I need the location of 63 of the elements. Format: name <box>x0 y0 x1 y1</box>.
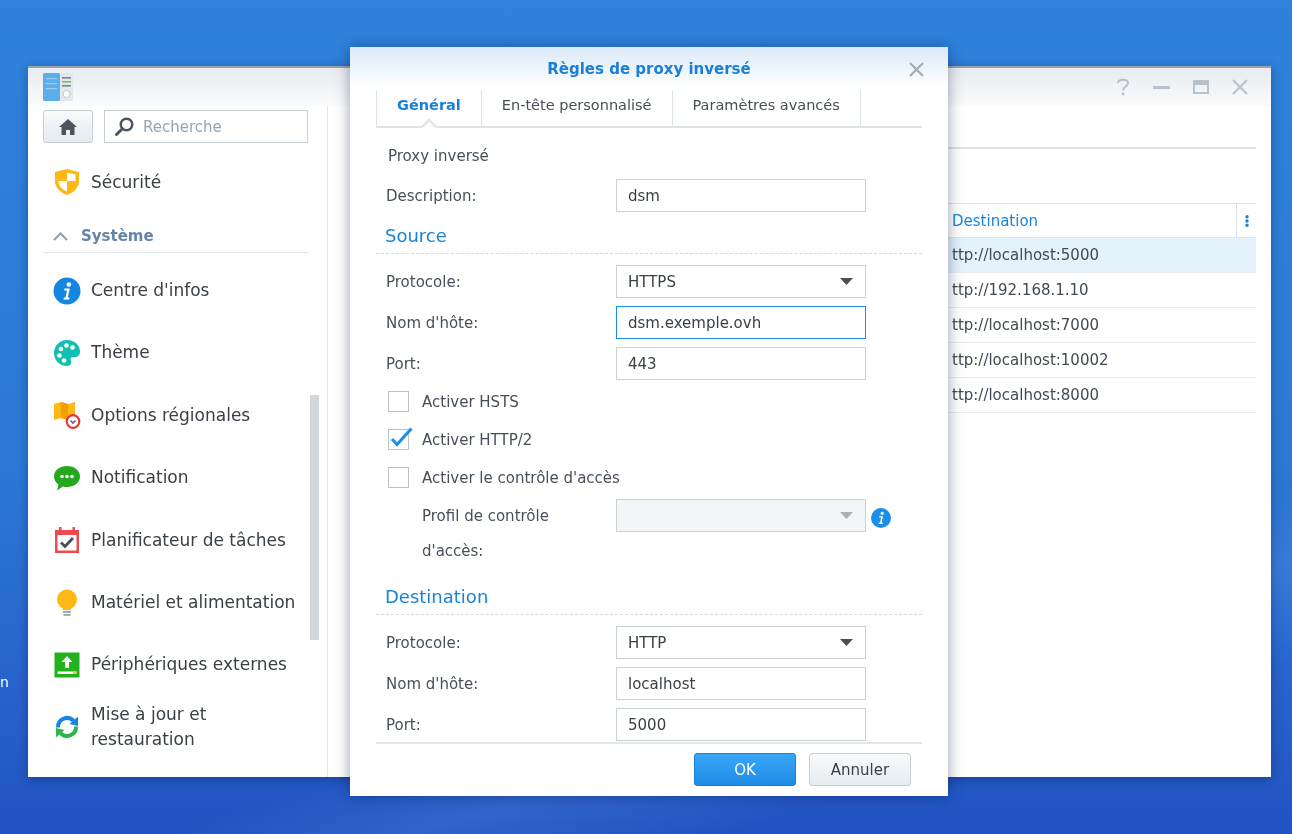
sidebar-item[interactable]: Planificateur de tâches <box>43 508 308 572</box>
field-label: Nom d'hôte: <box>385 313 479 332</box>
sidebar-item[interactable]: Mise à jour et restauration <box>43 696 308 759</box>
field-label: Port: <box>385 354 421 373</box>
home-button[interactable] <box>43 110 93 143</box>
home-icon <box>58 117 78 136</box>
caret-icon <box>840 639 853 646</box>
desktop-icon-label[interactable]: n <box>0 673 9 691</box>
scrollbar-thumb[interactable] <box>310 395 319 640</box>
caret-icon <box>840 512 853 519</box>
help-icon[interactable] <box>1116 78 1130 96</box>
tab[interactable]: Paramètres avancés <box>671 90 861 126</box>
section-heading: Destination <box>385 585 489 609</box>
field-label: Protocole: <box>385 272 461 291</box>
sidebar-item[interactable]: Périphériques externes <box>43 633 308 697</box>
column-header[interactable]: Destination <box>947 204 1236 237</box>
checkbox-label: Activer HTTP/2 <box>422 431 533 449</box>
field-label: Port: <box>385 715 421 734</box>
cancel-button[interactable]: Annuler <box>809 753 911 786</box>
sidebar-item[interactable]: Matériel et alimentation <box>43 571 308 634</box>
close-icon[interactable] <box>909 61 924 77</box>
chat-bubble-icon <box>53 463 81 492</box>
field-label: Profil de contrôle d'accès: <box>422 506 550 562</box>
info-icon[interactable] <box>871 508 891 528</box>
info-icon <box>53 276 81 305</box>
dropdown-field[interactable]: HTTPS <box>616 265 866 298</box>
sidebar-item[interactable]: Centre d'infos <box>43 259 308 322</box>
tab[interactable]: En-tête personnalisé <box>480 90 672 126</box>
upload-icon <box>53 650 81 679</box>
input-field[interactable]: 5000 <box>616 708 866 741</box>
search-field[interactable]: Recherche <box>104 110 308 143</box>
lightbulb-icon <box>56 588 78 617</box>
more-options-icon[interactable] <box>1244 214 1249 227</box>
caret-icon <box>840 278 853 285</box>
checkbox[interactable] <box>388 427 413 450</box>
sidebar-item[interactable]: Thème <box>43 321 308 385</box>
close-icon[interactable] <box>1232 79 1248 95</box>
group-label: Proxy inversé <box>387 146 489 166</box>
shield-icon <box>53 168 81 197</box>
calendar-check-icon <box>53 526 81 555</box>
sidebar-item[interactable]: Sécurité <box>43 151 308 214</box>
checkbox-label: Activer HSTS <box>422 393 519 411</box>
section-heading: Source <box>385 224 447 248</box>
map-clock-icon <box>53 401 81 430</box>
search-icon <box>115 117 134 136</box>
checkbox-label: Activer le contrôle d'accès <box>422 469 620 487</box>
app-icon <box>43 73 73 101</box>
sidebar-item[interactable]: Options régionales <box>43 384 308 447</box>
input-field[interactable]: dsm.exemple.ovh <box>616 306 866 339</box>
field-label: Protocole: <box>385 633 461 652</box>
sidebar-item[interactable]: Notification <box>43 446 308 509</box>
dropdown-field[interactable]: HTTP <box>616 626 866 659</box>
palette-icon <box>53 338 81 367</box>
input-field[interactable]: 443 <box>616 347 866 380</box>
maximize-icon[interactable] <box>1193 80 1209 94</box>
sidebar-section-header[interactable]: Système <box>43 213 308 254</box>
field-label: Description: <box>385 186 477 205</box>
table-row[interactable]: ttp://localhost:5000 <box>947 238 1256 273</box>
field-label: Nom d'hôte: <box>385 674 479 693</box>
minimize-icon[interactable] <box>1153 85 1170 89</box>
input-field[interactable]: localhost <box>616 667 866 700</box>
input-field[interactable]: dsm <box>616 179 866 212</box>
dialog-title: Règles de proxy inversé <box>547 60 751 78</box>
